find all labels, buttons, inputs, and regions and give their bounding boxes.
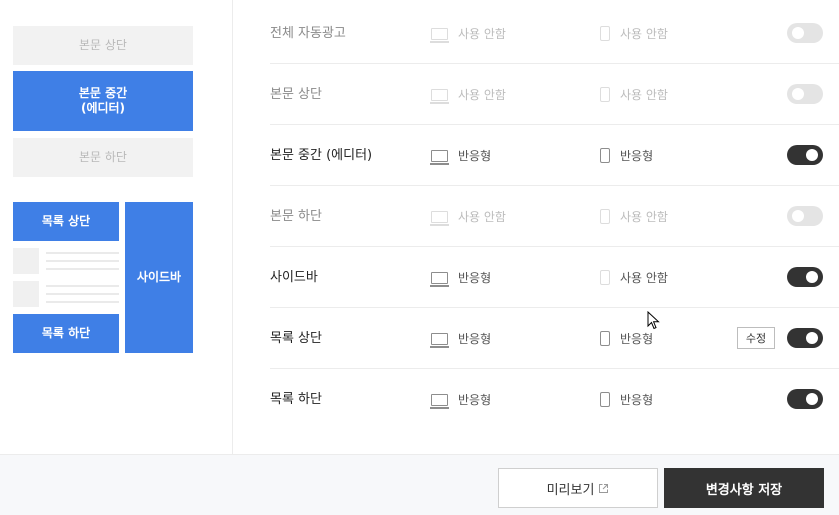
desktop-icon	[430, 393, 449, 409]
preview-list-line	[46, 268, 119, 270]
mobile-value: 반응형	[620, 149, 654, 163]
pc-value: 사용 안함	[458, 27, 506, 41]
ad-settings-list: 전체 자동광고 사용 안함 사용 안함 본문 상단 사용 안함 사용 안함 본문…	[233, 0, 839, 454]
mobile-icon	[600, 209, 610, 224]
enable-toggle[interactable]	[787, 267, 823, 287]
preview-list-line	[46, 260, 119, 262]
enable-toggle[interactable]	[787, 389, 823, 409]
mobile-icon	[600, 392, 610, 407]
row-label: 목록 상단	[270, 331, 322, 346]
mobile-icon	[600, 26, 610, 41]
preview-list-thumbnail	[13, 248, 39, 274]
desktop-icon	[430, 332, 449, 348]
enable-toggle[interactable]	[787, 84, 823, 104]
pc-value: 반응형	[458, 149, 492, 163]
settings-row-list-top: 목록 상단 반응형 반응형 수정	[270, 308, 839, 369]
preview-list-line	[46, 252, 119, 254]
settings-row-sidebar: 사이드바 반응형 사용 안함	[270, 247, 839, 308]
preview-list-bottom[interactable]: 목록 하단	[13, 314, 119, 353]
ad-settings-page: 본문 상단 본문 중간 (에디터) 본문 하단 목록 상단 목록 하단 사이드바…	[0, 0, 839, 515]
ad-position-preview: 본문 상단 본문 중간 (에디터) 본문 하단 목록 상단 목록 하단 사이드바	[0, 0, 233, 454]
mobile-setting[interactable]: 반응형	[600, 125, 653, 186]
pc-value: 반응형	[458, 332, 492, 346]
mobile-value: 사용 안함	[620, 271, 668, 285]
pc-setting[interactable]: 반응형	[430, 308, 492, 369]
enable-toggle[interactable]	[787, 206, 823, 226]
preview-body-top[interactable]: 본문 상단	[13, 26, 193, 65]
toggle-knob	[806, 332, 818, 344]
mobile-icon	[600, 270, 610, 285]
pc-value: 반응형	[458, 271, 492, 285]
external-link-icon	[599, 483, 609, 493]
desktop-icon	[430, 88, 449, 104]
mobile-setting[interactable]: 사용 안함	[600, 247, 668, 308]
preview-list-line	[46, 293, 119, 295]
pc-setting[interactable]: 사용 안함	[430, 186, 506, 247]
mobile-value: 사용 안함	[620, 27, 668, 41]
pc-setting[interactable]: 반응형	[430, 247, 492, 308]
enable-toggle[interactable]	[787, 328, 823, 348]
toggle-knob	[792, 210, 804, 222]
pc-value: 사용 안함	[458, 88, 506, 102]
action-footer: 미리보기 변경사항 저장	[0, 454, 839, 515]
settings-row-body-bottom: 본문 하단 사용 안함 사용 안함	[270, 186, 839, 247]
settings-row-auto-ads: 전체 자동광고 사용 안함 사용 안함	[270, 3, 839, 64]
mobile-value: 사용 안함	[620, 210, 668, 224]
toggle-knob	[806, 393, 818, 405]
row-label: 전체 자동광고	[270, 26, 346, 41]
preview-list-top[interactable]: 목록 상단	[13, 202, 119, 241]
preview-body-bottom[interactable]: 본문 하단	[13, 138, 193, 177]
desktop-icon	[430, 27, 449, 43]
preview-list-line	[46, 285, 119, 287]
preview-list-line	[46, 301, 119, 303]
mobile-icon	[600, 87, 610, 102]
enable-toggle[interactable]	[787, 145, 823, 165]
preview-list-thumbnail	[13, 281, 39, 307]
toggle-knob	[792, 27, 804, 39]
settings-row-body-top: 본문 상단 사용 안함 사용 안함	[270, 64, 839, 125]
mobile-setting[interactable]: 반응형	[600, 308, 653, 369]
mobile-setting[interactable]: 사용 안함	[600, 186, 668, 247]
desktop-icon	[430, 210, 449, 226]
pc-value: 사용 안함	[458, 210, 506, 224]
mobile-icon	[600, 148, 610, 163]
preview-button[interactable]: 미리보기	[498, 468, 658, 508]
row-label: 본문 중간 (에디터)	[270, 148, 373, 163]
mobile-setting[interactable]: 반응형	[600, 369, 653, 430]
toggle-knob	[806, 149, 818, 161]
settings-row-list-bottom: 목록 하단 반응형 반응형	[270, 369, 839, 430]
pc-setting[interactable]: 반응형	[430, 125, 492, 186]
pc-setting[interactable]: 사용 안함	[430, 64, 506, 125]
mobile-setting[interactable]: 사용 안함	[600, 3, 668, 64]
mouse-cursor-icon	[647, 311, 660, 330]
mobile-value: 반응형	[620, 332, 654, 346]
toggle-knob	[792, 88, 804, 100]
mobile-value: 사용 안함	[620, 88, 668, 102]
toggle-knob	[806, 271, 818, 283]
mobile-setting[interactable]: 사용 안함	[600, 64, 668, 125]
pc-setting[interactable]: 반응형	[430, 369, 492, 430]
enable-toggle[interactable]	[787, 23, 823, 43]
row-label: 본문 하단	[270, 209, 322, 224]
mobile-icon	[600, 331, 610, 346]
preview-body-middle[interactable]: 본문 중간 (에디터)	[13, 71, 193, 131]
preview-sidebar[interactable]: 사이드바	[125, 202, 193, 353]
mobile-value: 반응형	[620, 393, 654, 407]
settings-row-body-middle: 본문 중간 (에디터) 반응형 반응형	[270, 125, 839, 186]
pc-setting[interactable]: 사용 안함	[430, 3, 506, 64]
pc-value: 반응형	[458, 393, 492, 407]
save-changes-button[interactable]: 변경사항 저장	[664, 468, 824, 508]
edit-button[interactable]: 수정	[737, 327, 775, 349]
preview-button-label: 미리보기	[546, 482, 595, 498]
row-label: 본문 상단	[270, 87, 322, 102]
row-label: 목록 하단	[270, 392, 322, 407]
desktop-icon	[430, 271, 449, 287]
row-label: 사이드바	[270, 270, 318, 285]
desktop-icon	[430, 149, 449, 165]
